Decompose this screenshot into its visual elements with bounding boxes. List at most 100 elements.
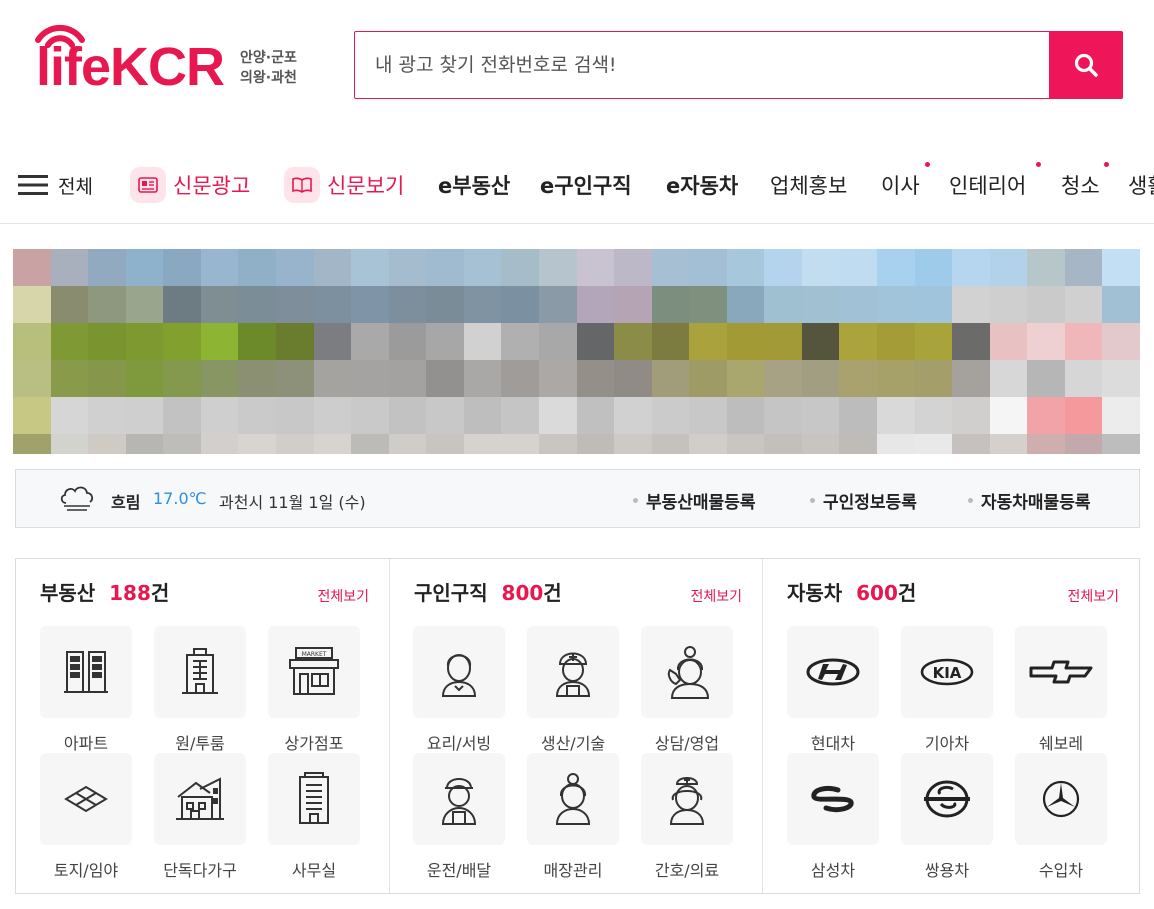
- tile-label: 수입차: [1038, 861, 1084, 880]
- nav-item-label: 생활: [1128, 174, 1154, 198]
- tile-apartment[interactable]: 아파트: [40, 626, 132, 754]
- search-input[interactable]: [355, 32, 1049, 98]
- banner-pixel: [163, 286, 203, 323]
- tile-store-management[interactable]: 매장관리: [527, 753, 619, 881]
- banner-pixel: [914, 434, 954, 454]
- banner-pixel: [13, 434, 52, 454]
- banner-pixel: [801, 286, 841, 323]
- nav-item-cleaning[interactable]: 청소: [1061, 152, 1100, 218]
- banner-pixel: [764, 249, 804, 286]
- banner-pixel: [839, 286, 879, 323]
- cloud-fog-icon: [60, 486, 94, 511]
- tile-nursing-medical[interactable]: 간호/의료: [641, 753, 733, 881]
- nav-item-newspaper-view[interactable]: 신문보기: [284, 152, 404, 218]
- banner-pixel: [200, 323, 240, 360]
- section-title: 구인구직 800건: [414, 577, 562, 606]
- banner-pixel: [125, 286, 165, 323]
- banner-pixel: [877, 397, 917, 434]
- nav-item-interior[interactable]: 인테리어: [949, 152, 1026, 218]
- search-button[interactable]: [1049, 31, 1122, 99]
- banner-pixel: [764, 397, 804, 434]
- section-count-unit: 건: [150, 581, 170, 605]
- nav-item-e-realestate[interactable]: e부동산: [438, 152, 510, 218]
- nav-all-menu[interactable]: 전체: [18, 152, 93, 218]
- tile-consulting-sales[interactable]: 상담/영업: [641, 626, 733, 754]
- banner-pixel: [1102, 360, 1140, 397]
- view-all-link[interactable]: 전체보기: [1067, 586, 1119, 606]
- nav-item-label: 신문광고: [173, 174, 251, 198]
- banner-pixel: [351, 323, 391, 360]
- chevrolet-logo-icon: [1029, 660, 1093, 684]
- register-job-link[interactable]: 구인정보등록: [810, 488, 917, 513]
- tile-store[interactable]: MARKET 상가점포: [268, 626, 360, 754]
- banner-pixel: [426, 249, 466, 286]
- banner-pixel: [13, 360, 52, 397]
- nav-item-living[interactable]: 생활: [1128, 152, 1154, 218]
- banner-pixel: [839, 434, 879, 454]
- register-realestate-link[interactable]: 부동산매물등록: [632, 488, 755, 513]
- banner-pixel: [275, 323, 315, 360]
- tile-chevrolet[interactable]: 쉐보레: [1015, 626, 1107, 754]
- nav-item-e-jobs[interactable]: e구인구직: [540, 152, 632, 218]
- nav-item-newspaper-ad[interactable]: 신문광고: [130, 152, 250, 218]
- banner-pixel: [764, 434, 804, 454]
- ssangyong-logo-icon: [924, 780, 970, 818]
- view-all-link[interactable]: 전체보기: [317, 586, 369, 606]
- banner-pixel: [501, 397, 541, 434]
- tile-hyundai[interactable]: 현대차: [787, 626, 879, 754]
- banner-pixel: [839, 360, 879, 397]
- search-icon: [1074, 53, 1098, 77]
- section-title: 자동차 600건: [787, 577, 916, 606]
- tile-oneroom[interactable]: 원/투룸: [154, 626, 246, 754]
- tile-house[interactable]: 단독다가구: [154, 753, 246, 881]
- weather-condition: 흐림: [111, 493, 141, 512]
- tile-kia[interactable]: KIA 기아차: [901, 626, 993, 754]
- banner-pixel: [313, 434, 353, 454]
- nav-item-business-promo[interactable]: 업체홍보: [770, 152, 847, 218]
- banner-pixel: [125, 397, 165, 434]
- tile-cooking-serving[interactable]: 요리/서빙: [413, 626, 505, 754]
- tile-driving-delivery[interactable]: 운전/배달: [413, 753, 505, 881]
- tile-land[interactable]: 토지/임야: [40, 753, 132, 881]
- banner-image[interactable]: [13, 249, 1140, 454]
- section-count-number: 188: [109, 581, 151, 605]
- tile-office[interactable]: 사무실: [268, 753, 360, 881]
- banner-pixel: [989, 286, 1029, 323]
- banner-pixel: [351, 286, 391, 323]
- banner-pixel: [88, 397, 128, 434]
- new-dot: [1036, 162, 1041, 167]
- nav-item-e-cars[interactable]: e자동차: [666, 152, 738, 218]
- banner-pixel: [576, 323, 616, 360]
- banner-pixel: [989, 323, 1029, 360]
- banner-pixel: [614, 286, 654, 323]
- banner-pixel: [1064, 360, 1104, 397]
- nav-item-moving[interactable]: 이사: [881, 152, 920, 218]
- banner-pixel: [275, 397, 315, 434]
- tile-samsung[interactable]: 삼성차: [787, 753, 879, 881]
- banner-pixel: [426, 434, 466, 454]
- banner-pixel: [651, 249, 691, 286]
- banner-pixel: [651, 323, 691, 360]
- nav-item-label: e구인구직: [540, 174, 632, 198]
- nav-item-label: 신문보기: [327, 174, 405, 198]
- banner-pixel: [689, 323, 729, 360]
- banner-pixel: [163, 360, 203, 397]
- banner-pixel: [914, 360, 954, 397]
- banner-pixel: [238, 360, 278, 397]
- banner-pixel: [614, 323, 654, 360]
- site-logo[interactable]: lifeKCR 안양·군포 의왕·과천: [30, 18, 320, 98]
- tile-ssangyong[interactable]: 쌍용차: [901, 753, 993, 881]
- banner-pixel: [801, 360, 841, 397]
- banner-pixel: [50, 397, 90, 434]
- register-car-link[interactable]: 자동차매물등록: [967, 488, 1090, 513]
- banner-pixel: [313, 360, 353, 397]
- banner-pixel: [651, 286, 691, 323]
- view-all-link[interactable]: 전체보기: [690, 586, 742, 606]
- banner-pixel: [538, 434, 578, 454]
- tile-label: 단독다가구: [163, 861, 237, 880]
- tile-import[interactable]: 수입차: [1015, 753, 1107, 881]
- worker-icon: [555, 652, 591, 697]
- section-count: 188건: [109, 581, 169, 605]
- banner-pixel: [501, 434, 541, 454]
- tile-production-tech[interactable]: 생산/기술: [527, 626, 619, 754]
